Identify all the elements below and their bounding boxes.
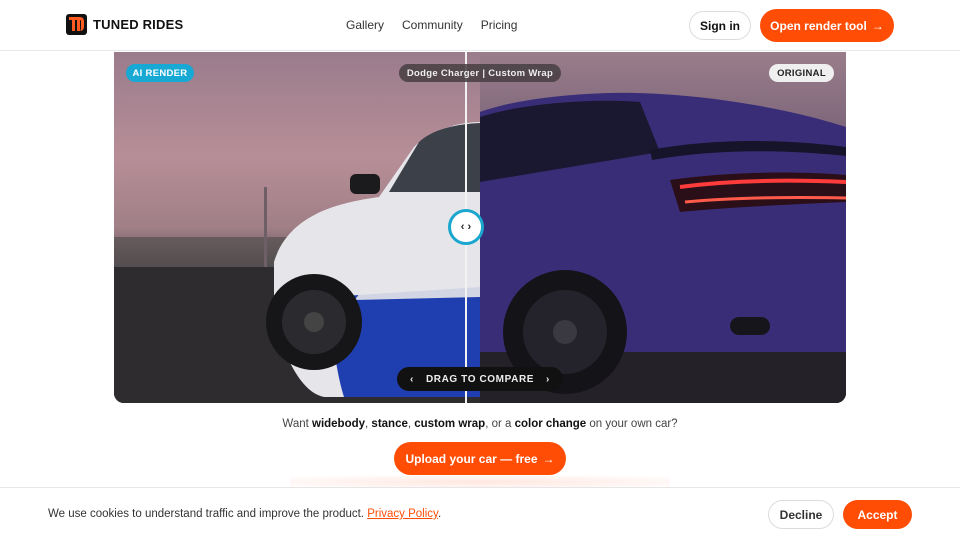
ai-render-image xyxy=(114,52,480,403)
open-render-tool-button[interactable]: Open render tool → xyxy=(760,9,894,42)
keyword-custom-wrap: custom wrap xyxy=(414,418,486,430)
nav-community[interactable]: Community xyxy=(402,18,463,32)
main-nav: Gallery Community Pricing xyxy=(346,18,517,32)
ai-render-car-illustration xyxy=(114,122,480,403)
cookie-period: . xyxy=(437,508,442,520)
compare-handle[interactable]: ‹ › xyxy=(448,209,484,245)
cta-tagline: Want widebody, stance, custom wrap, or a… xyxy=(0,418,960,430)
cookie-banner: We use cookies to understand traffic and… xyxy=(0,487,960,540)
nav-gallery[interactable]: Gallery xyxy=(346,18,384,32)
keyword-widebody: widebody xyxy=(312,418,366,430)
cookie-text: We use cookies to understand traffic and… xyxy=(48,508,365,520)
chevron-right-icon: › xyxy=(546,373,550,385)
decline-button[interactable]: Decline xyxy=(768,500,834,529)
model-badge: Dodge Charger | Custom Wrap xyxy=(399,64,561,82)
upload-car-button[interactable]: Upload your car — free → xyxy=(394,442,566,475)
brand-name: TUNED RIDES xyxy=(93,17,184,32)
original-badge: ORIGINAL xyxy=(769,64,834,82)
signin-button[interactable]: Sign in xyxy=(689,11,751,40)
drag-to-compare-hint[interactable]: ‹ DRAG TO COMPARE › xyxy=(397,367,563,391)
brand-logo[interactable]: TUNED RIDES xyxy=(66,14,183,35)
site-header: TUNED RIDES Gallery Community Pricing Si… xyxy=(0,0,960,51)
arrow-right-icon: → xyxy=(542,451,555,466)
before-after-viewer[interactable]: ‹ › AI RENDER Dodge Charger | Custom Wra… xyxy=(114,52,846,403)
nav-pricing[interactable]: Pricing xyxy=(481,18,518,32)
arrow-right-icon: → xyxy=(871,18,884,33)
keyword-stance: stance xyxy=(371,418,408,430)
original-car-illustration xyxy=(480,92,846,403)
tagline-prefix: Want xyxy=(282,418,312,430)
open-render-tool-label: Open render tool xyxy=(770,18,867,33)
tagline-sep: , or a xyxy=(485,418,515,430)
ai-render-badge: AI RENDER xyxy=(126,64,194,82)
keyword-color-change: color change xyxy=(514,418,587,430)
drag-to-compare-label: DRAG TO COMPARE xyxy=(425,373,535,385)
upload-car-label: Upload your car — free xyxy=(405,451,538,466)
chevron-left-icon: ‹ xyxy=(410,373,414,385)
tagline-suffix: on your own car? xyxy=(586,418,678,430)
privacy-policy-link[interactable]: Privacy Policy xyxy=(367,508,438,520)
original-image xyxy=(480,52,846,403)
cookie-message: We use cookies to understand traffic and… xyxy=(48,508,441,520)
accept-button[interactable]: Accept xyxy=(843,500,912,529)
logo-icon xyxy=(66,14,87,35)
